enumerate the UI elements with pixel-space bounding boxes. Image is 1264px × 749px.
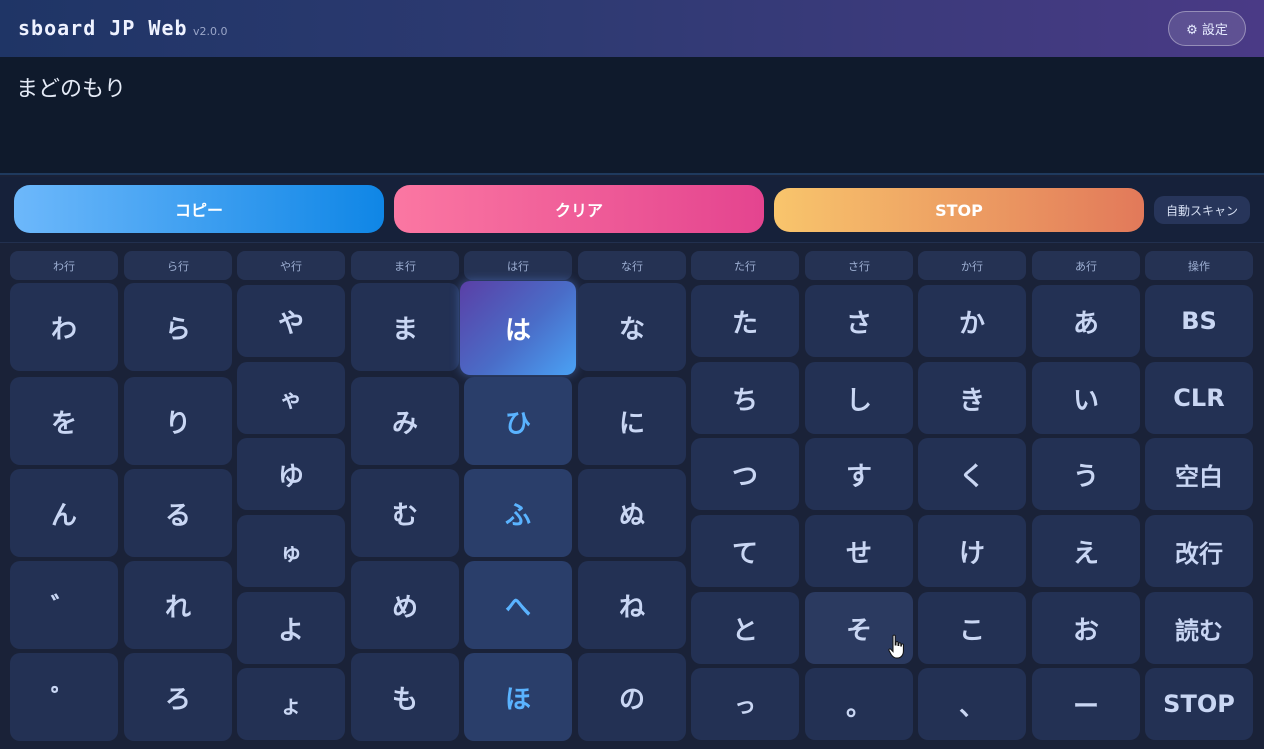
- key-3-0[interactable]: ま: [351, 283, 459, 371]
- clear-button[interactable]: クリア: [394, 185, 764, 233]
- key-2-3[interactable]: ゅ: [237, 515, 345, 587]
- key-4-1[interactable]: ひ: [464, 377, 572, 465]
- key-4-0[interactable]: は: [460, 281, 576, 375]
- key-2-5[interactable]: ょ: [237, 668, 345, 740]
- key-6-1[interactable]: ち: [691, 362, 799, 434]
- column-header-9: あ行: [1032, 251, 1140, 280]
- column-header-1: ら行: [124, 251, 232, 280]
- key-1-3[interactable]: れ: [124, 561, 232, 649]
- action-bar: コピー クリア STOP 自動スキャン: [0, 177, 1264, 243]
- key-8-4[interactable]: こ: [918, 592, 1026, 664]
- key-3-3[interactable]: め: [351, 561, 459, 649]
- key-1-2[interactable]: る: [124, 469, 232, 557]
- key-10-3[interactable]: 改行: [1145, 515, 1253, 587]
- key-3-2[interactable]: む: [351, 469, 459, 557]
- key-7-1[interactable]: し: [805, 362, 913, 434]
- key-6-3[interactable]: て: [691, 515, 799, 587]
- key-5-2[interactable]: ぬ: [578, 469, 686, 557]
- column-header-3: ま行: [351, 251, 459, 280]
- key-5-4[interactable]: の: [578, 653, 686, 741]
- key-2-0[interactable]: や: [237, 285, 345, 357]
- key-1-1[interactable]: り: [124, 377, 232, 465]
- key-8-2[interactable]: く: [918, 438, 1026, 510]
- key-8-0[interactable]: か: [918, 285, 1026, 357]
- app-header: sboard JP Web v2.0.0 ⚙ 設定: [0, 0, 1264, 57]
- stop-button[interactable]: STOP: [774, 188, 1144, 232]
- key-6-5[interactable]: っ: [691, 668, 799, 740]
- key-0-2[interactable]: ん: [10, 469, 118, 557]
- key-8-3[interactable]: け: [918, 515, 1026, 587]
- key-9-3[interactable]: え: [1032, 515, 1140, 587]
- key-7-2[interactable]: す: [805, 438, 913, 510]
- key-9-0[interactable]: あ: [1032, 285, 1140, 357]
- hand-cursor-icon: [888, 634, 904, 659]
- app-version: v2.0.0: [193, 25, 228, 38]
- app-title: sboard JP Web: [18, 16, 188, 40]
- key-9-1[interactable]: い: [1032, 362, 1140, 434]
- keyboard-grid: わ行わをん゛゜ ら行らりるれろ や行やゃゆゅよょ ま行まみむめも は行はひふへほ な行なに…: [0, 243, 1264, 749]
- key-7-3[interactable]: せ: [805, 515, 913, 587]
- column-header-4: は行: [464, 251, 572, 280]
- key-8-1[interactable]: き: [918, 362, 1026, 434]
- key-6-4[interactable]: と: [691, 592, 799, 664]
- key-10-4[interactable]: 読む: [1145, 592, 1253, 664]
- key-0-4[interactable]: ゜: [10, 653, 118, 741]
- key-0-3[interactable]: ゛: [10, 561, 118, 649]
- column-header-8: か行: [918, 251, 1026, 280]
- column-header-6: た行: [691, 251, 799, 280]
- key-7-0[interactable]: さ: [805, 285, 913, 357]
- key-0-0[interactable]: わ: [10, 283, 118, 371]
- key-10-2[interactable]: 空白: [1145, 438, 1253, 510]
- auto-scan-button[interactable]: 自動スキャン: [1154, 196, 1250, 224]
- column-header-7: さ行: [805, 251, 913, 280]
- key-3-1[interactable]: み: [351, 377, 459, 465]
- key-10-1[interactable]: CLR: [1145, 362, 1253, 434]
- key-5-1[interactable]: に: [578, 377, 686, 465]
- text-output-area[interactable]: まどのもり: [0, 57, 1264, 175]
- key-0-1[interactable]: を: [10, 377, 118, 465]
- key-4-4[interactable]: ほ: [464, 653, 572, 741]
- key-9-4[interactable]: お: [1032, 592, 1140, 664]
- key-10-5[interactable]: STOP: [1145, 668, 1253, 740]
- key-2-4[interactable]: よ: [237, 592, 345, 664]
- key-1-4[interactable]: ろ: [124, 653, 232, 741]
- key-10-0[interactable]: BS: [1145, 285, 1253, 357]
- key-9-2[interactable]: う: [1032, 438, 1140, 510]
- key-5-3[interactable]: ね: [578, 561, 686, 649]
- key-4-2[interactable]: ふ: [464, 469, 572, 557]
- key-8-5[interactable]: 、: [918, 668, 1026, 740]
- key-3-4[interactable]: も: [351, 653, 459, 741]
- key-7-5[interactable]: 。: [805, 668, 913, 740]
- copy-button[interactable]: コピー: [14, 185, 384, 233]
- typed-text: まどのもり: [16, 77, 127, 102]
- key-6-0[interactable]: た: [691, 285, 799, 357]
- key-2-2[interactable]: ゆ: [237, 438, 345, 510]
- key-2-1[interactable]: ゃ: [237, 362, 345, 434]
- key-5-0[interactable]: な: [578, 283, 686, 371]
- settings-button[interactable]: ⚙ 設定: [1168, 11, 1246, 46]
- key-1-0[interactable]: ら: [124, 283, 232, 371]
- column-header-10: 操作: [1145, 251, 1253, 280]
- column-header-2: や行: [237, 251, 345, 280]
- column-header-5: な行: [578, 251, 686, 280]
- key-4-3[interactable]: へ: [464, 561, 572, 649]
- key-9-5[interactable]: ー: [1032, 668, 1140, 740]
- key-6-2[interactable]: つ: [691, 438, 799, 510]
- column-header-0: わ行: [10, 251, 118, 280]
